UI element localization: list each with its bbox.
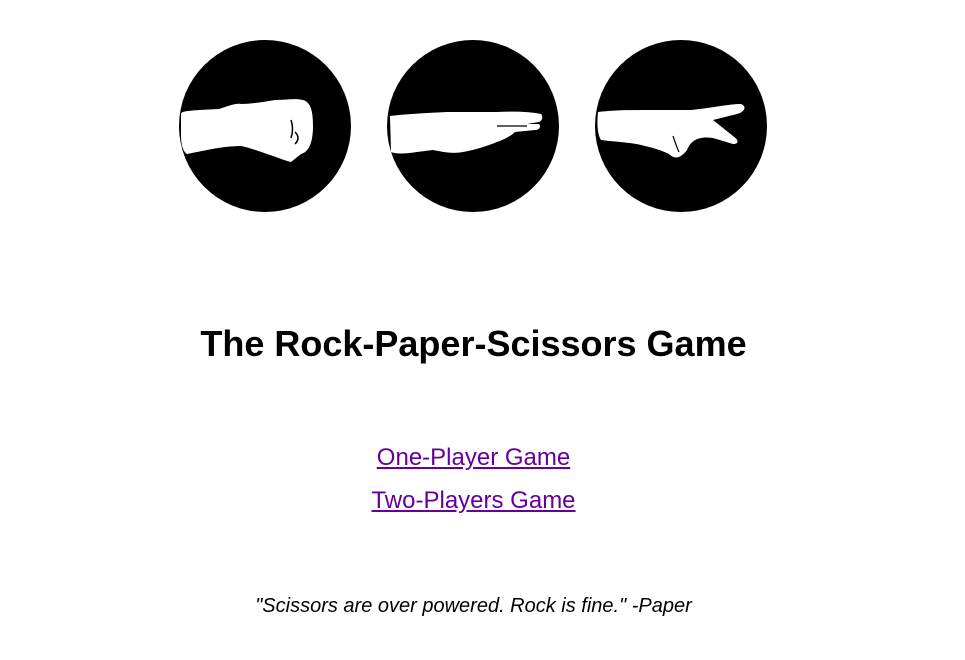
menu-row-two-players: Two-Players Game [0,485,947,528]
one-player-game-link[interactable]: One-Player Game [377,442,570,474]
two-players-game-link[interactable]: Two-Players Game [371,485,575,517]
game-mode-menu: One-Player Game Two-Players Game [0,442,947,528]
page: The Rock-Paper-Scissors Game One-Player … [0,0,965,660]
quote-text: "Scissors are over powered. Rock is fine… [255,595,692,617]
paper-hand-icon [387,40,559,212]
hand-icons-row [179,40,768,212]
scissors-hand-icon [595,40,767,212]
rock-hand-icon [179,40,351,212]
menu-row-one-player: One-Player Game [0,442,947,485]
page-title: The Rock-Paper-Scissors Game [200,323,747,364]
